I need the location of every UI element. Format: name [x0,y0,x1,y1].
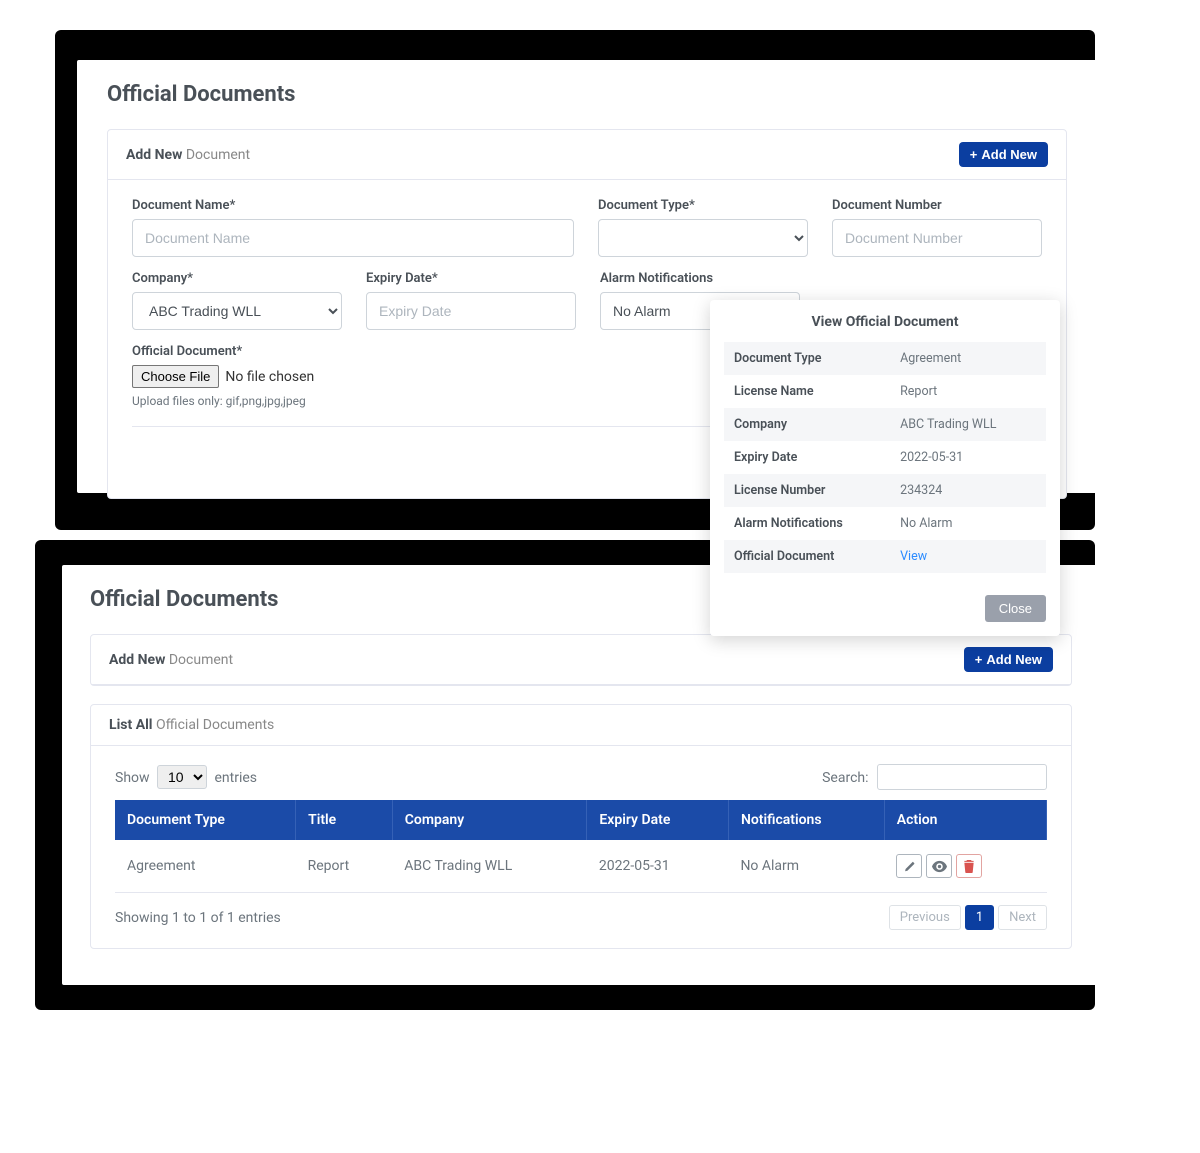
card-header-text-2: Add New Document [109,652,233,668]
pager: Previous 1 Next [889,905,1047,930]
edit-button[interactable] [896,854,922,878]
label-company: Company* [132,271,342,286]
modal-title: View Official Document [710,300,1060,342]
col-expiry[interactable]: Expiry Date [587,800,729,840]
table-row: Agreement Report ABC Trading WLL 2022-05… [115,840,1047,893]
card-header: Add New Document ++ Add NewAdd New [108,130,1066,180]
view-button[interactable] [926,854,952,878]
label-expiry: Expiry Date* [366,271,576,286]
pager-prev[interactable]: Previous [889,905,961,930]
kv-val: Agreement [900,351,1036,366]
add-new-card-2: Add New Document + Add New [90,634,1072,686]
choose-file-button[interactable]: Choose File [132,365,219,388]
kv-key: Alarm Notifications [734,516,900,531]
trash-icon [963,860,975,873]
file-hint: Upload files only: gif,png,jpg,jpeg [132,394,412,408]
showing-text: Showing 1 to 1 of 1 entries [115,910,281,926]
pager-next[interactable]: Next [998,905,1047,930]
expiry-date-input[interactable] [366,292,576,330]
add-new-button[interactable]: ++ Add NewAdd New [959,142,1048,167]
list-header-bold: List All [109,717,153,733]
company-select[interactable]: ABC Trading WLL [132,292,342,330]
list-card-header: List All Official Documents [91,705,1071,746]
table-header-row: Document Type Title Company Expiry Date … [115,800,1047,840]
page-size-select[interactable]: 10 [157,765,207,789]
col-action: Action [884,800,1046,840]
card-header-light: Document [186,147,250,163]
card-header-light-2: Document [169,652,233,668]
cell-notif: No Alarm [728,840,884,893]
kv-key: Expiry Date [734,450,900,465]
card-header-bold: Add New [126,147,182,163]
label-doc-type: Document Type* [598,198,808,213]
cell-title: Report [296,840,393,893]
modal-body: Document TypeAgreement License NameRepor… [710,342,1060,581]
kv-val: 2022-05-31 [900,450,1036,465]
eye-icon [932,860,947,873]
cell-type: Agreement [115,840,296,893]
delete-button[interactable] [956,854,982,878]
file-status-text: No file chosen [225,369,314,385]
kv-key: Company [734,417,900,432]
pager-page-1[interactable]: 1 [965,905,994,930]
page-title: Official Documents [107,82,1067,107]
view-document-modal: View Official Document Document TypeAgre… [710,300,1060,636]
label-alarm: Alarm Notifications [600,271,800,286]
kv-val: Report [900,384,1036,399]
document-type-select[interactable] [598,219,808,257]
show-entries: Show 10 entries [115,765,257,789]
card-header-2: Add New Document + Add New [91,635,1071,685]
show-label: Show [115,770,150,786]
col-notif[interactable]: Notifications [728,800,884,840]
document-number-input[interactable] [832,219,1042,257]
modal-close-button[interactable]: Close [985,595,1046,622]
documents-table: Document Type Title Company Expiry Date … [115,800,1047,893]
kv-key: License Name [734,384,900,399]
document-name-input[interactable] [132,219,574,257]
list-body: Show 10 entries Search: Document Type Ti… [91,746,1071,948]
table-footer: Showing 1 to 1 of 1 entries Previous 1 N… [115,905,1047,930]
kv-key: Official Document [734,549,900,564]
col-doc-type[interactable]: Document Type [115,800,296,840]
cell-expiry: 2022-05-31 [587,840,729,893]
kv-key: Document Type [734,351,900,366]
label-official-doc: Official Document* [132,344,412,359]
list-header-light: Official Documents [156,717,274,733]
search-wrap: Search: [822,764,1047,790]
plus-icon: + [970,147,978,162]
cell-company: ABC Trading WLL [392,840,587,893]
kv-val: ABC Trading WLL [900,417,1036,432]
label-doc-number: Document Number [832,198,1042,213]
search-input[interactable] [877,764,1047,790]
list-controls: Show 10 entries Search: [115,764,1047,790]
card-header-text: Add New Document [126,147,250,163]
label-doc-name: Document Name* [132,198,574,213]
entries-label: entries [215,770,258,786]
search-label: Search: [822,770,868,786]
kv-val: 234324 [900,483,1036,498]
cell-action [884,840,1046,893]
kv-val: No Alarm [900,516,1036,531]
col-title[interactable]: Title [296,800,393,840]
view-file-link[interactable]: View [900,549,927,564]
col-company[interactable]: Company [392,800,587,840]
add-new-button-2[interactable]: + Add New [964,647,1053,672]
pencil-icon [903,860,916,873]
card-header-bold-2: Add New [109,652,165,668]
plus-icon: + [975,652,983,667]
kv-key: License Number [734,483,900,498]
list-card: List All Official Documents Show 10 entr… [90,704,1072,949]
